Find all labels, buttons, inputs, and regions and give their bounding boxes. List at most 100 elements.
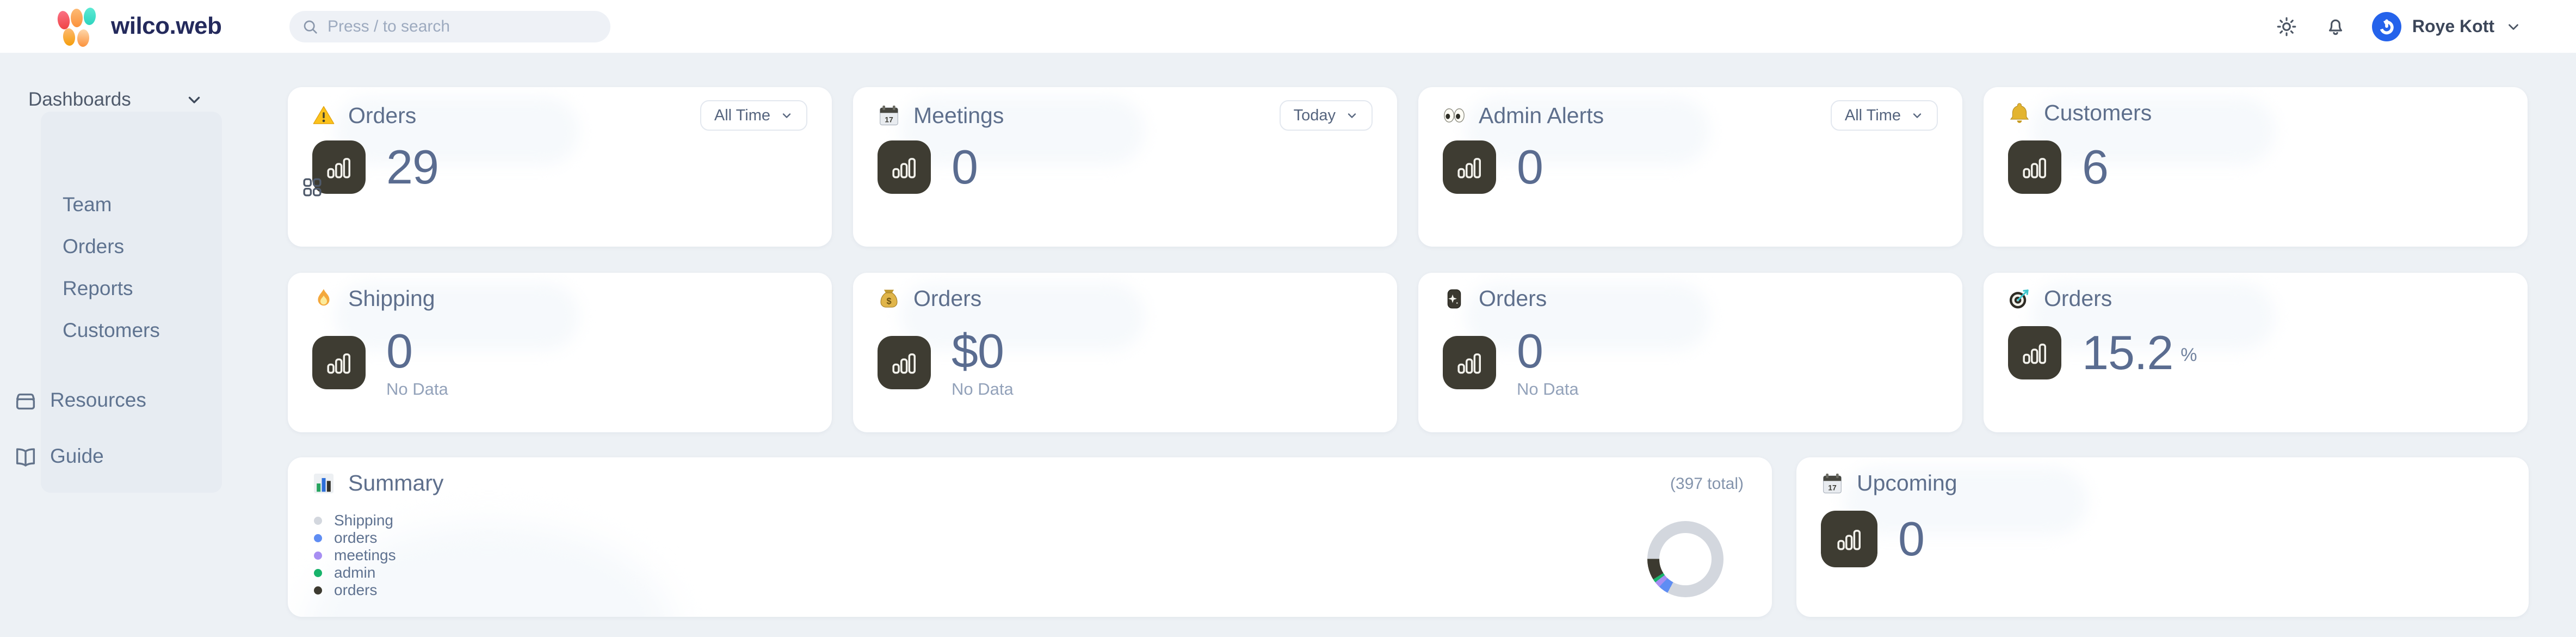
metric-tile	[1821, 511, 1877, 567]
metric-tile	[312, 336, 366, 389]
bottom-row: Summary (397 total) Shipping orders meet…	[288, 457, 2529, 617]
dark-sparkle-icon	[1443, 287, 1466, 310]
bell-icon	[2324, 15, 2347, 38]
search-input[interactable]	[328, 17, 578, 36]
eyes-icon	[1443, 104, 1466, 127]
legend-item[interactable]: Shipping	[314, 512, 396, 529]
card-title: Orders	[348, 103, 416, 128]
stat-card: Orders All Time 29	[288, 87, 832, 247]
metric-value: 0	[952, 142, 978, 192]
theme-toggle-button[interactable]	[2274, 14, 2299, 39]
summary-donut-chart	[1647, 521, 1723, 597]
no-data-label: No Data	[1517, 379, 1579, 399]
fire-icon	[312, 287, 335, 310]
svg-text:17: 17	[1828, 483, 1837, 492]
metric-tile	[878, 336, 931, 389]
sidebar-footer: Resources Guide	[13, 379, 146, 476]
card-title: Orders	[2044, 286, 2112, 311]
stat-card-grid: Orders All Time 29	[288, 87, 2529, 432]
svg-text:$: $	[886, 296, 891, 306]
stat-card: Orders 15.2 %	[1984, 273, 2528, 432]
metric-value: 15.2	[2082, 328, 2173, 378]
legend-label: orders	[334, 581, 377, 599]
power-spiral-icon	[2377, 17, 2396, 36]
bar-signal-icon	[889, 152, 919, 182]
app-logo[interactable]: wilco.web	[54, 7, 221, 46]
notifications-button[interactable]	[2323, 14, 2348, 39]
sidebar-item-label: Reports	[63, 277, 133, 300]
bar-signal-icon	[2019, 152, 2050, 182]
timerange-dropdown[interactable]: Today	[1280, 100, 1373, 131]
bar-signal-icon	[324, 152, 354, 182]
sidebar-footer-label: Resources	[50, 389, 146, 412]
money-bag-icon: $	[878, 287, 900, 310]
sidebar-item[interactable]: Orders	[63, 225, 160, 267]
svg-text:17: 17	[885, 115, 893, 124]
metric-tile	[2008, 326, 2061, 379]
metric-tile	[878, 140, 931, 194]
search-icon	[301, 18, 319, 35]
user-menu[interactable]: Roye Kott	[2372, 12, 2522, 41]
global-search[interactable]	[289, 11, 610, 42]
sidebar-footer-link[interactable]: Guide	[13, 436, 146, 476]
metric-value: 0	[386, 326, 412, 376]
card-title: Orders	[1479, 286, 1547, 311]
legend-dot	[314, 517, 322, 525]
sidebar-item[interactable]: Reports	[63, 267, 160, 309]
legend-dot	[314, 569, 322, 577]
timerange-value: All Time	[1845, 107, 1901, 125]
metric-unit: %	[2180, 345, 2197, 366]
sidebar-item-label: Customers	[63, 319, 160, 342]
legend-item[interactable]: meetings	[314, 547, 396, 564]
logo-text: wilco.web	[111, 13, 221, 40]
navbar-right-cluster: Roye Kott	[2274, 0, 2522, 53]
chevron-down-icon	[1911, 109, 1924, 122]
metric-tile	[1443, 140, 1496, 194]
sidebar-section-dashboards[interactable]: Dashboards	[13, 89, 231, 111]
bar-signal-icon	[1454, 152, 1485, 182]
warning-icon	[312, 104, 335, 127]
sidebar-section-label: Dashboards	[28, 89, 131, 111]
chevron-down-icon	[1345, 109, 1358, 122]
metric-value: 0	[1517, 326, 1543, 376]
card-title: Meetings	[913, 103, 1004, 128]
sidebar-item-label: Team	[63, 193, 112, 216]
card-title: Shipping	[348, 286, 435, 311]
legend-item[interactable]: orders	[314, 581, 396, 599]
chevron-down-icon	[780, 109, 793, 122]
sidebar-item[interactable]: Customers	[63, 309, 160, 351]
stat-card: 17 Meetings Today 0	[853, 87, 1397, 247]
metric-value: $0	[952, 326, 1004, 376]
calendar-icon: 17	[1821, 472, 1844, 495]
metric-value: 29	[386, 142, 438, 192]
legend-dot	[314, 586, 322, 595]
grid-icon	[301, 176, 324, 199]
card-title: Upcoming	[1857, 470, 1957, 496]
sun-icon	[2275, 15, 2298, 38]
timerange-value: Today	[1294, 107, 1336, 125]
legend-item[interactable]: orders	[314, 529, 396, 547]
top-navbar: wilco.web Roye Kott	[0, 0, 2576, 53]
calendar-icon: 17	[878, 104, 900, 127]
timerange-dropdown[interactable]: All Time	[1831, 100, 1938, 131]
sidebar-item[interactable]: Team	[63, 183, 160, 225]
timerange-dropdown[interactable]: All Time	[700, 100, 807, 131]
logo-mark-icon	[54, 7, 97, 46]
legend-item[interactable]: admin	[314, 564, 396, 581]
bar-signal-icon	[324, 347, 354, 378]
summary-card: Summary (397 total) Shipping orders meet…	[288, 457, 1772, 617]
card-title: Customers	[2044, 100, 2152, 126]
stat-card: Shipping 0 No Data	[288, 273, 832, 432]
card-title: Admin Alerts	[1479, 103, 1604, 128]
metric-tile	[2008, 140, 2061, 194]
bar-signal-icon	[1454, 347, 1485, 378]
sidebar-footer-link[interactable]: Resources	[13, 379, 146, 420]
legend-dot	[314, 534, 322, 542]
chart-legend: Shipping orders meetings admin	[314, 512, 396, 599]
sidebar-item-label: Orders	[63, 235, 124, 258]
sidebar-items: Team Orders Reports Customers	[63, 183, 160, 351]
metric-value: 6	[2082, 142, 2108, 192]
legend-label: meetings	[334, 547, 396, 564]
user-name: Roye Kott	[2412, 16, 2494, 36]
card-title: Orders	[913, 286, 981, 311]
